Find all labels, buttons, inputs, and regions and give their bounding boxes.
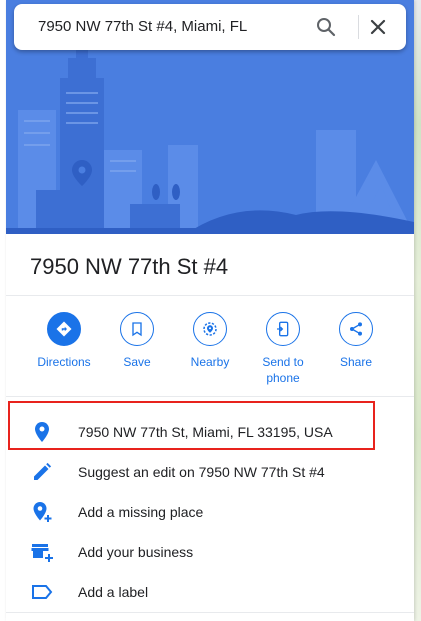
search-divider	[358, 15, 359, 39]
divider	[6, 396, 414, 397]
pencil-icon	[30, 460, 54, 484]
close-icon[interactable]	[366, 15, 390, 39]
send-to-phone-label: Send to phone	[262, 355, 304, 385]
place-panel: 7950 NW 77th St #4, Miami, FL 7950 NW 77…	[6, 0, 414, 621]
add-label-row[interactable]: Add a label	[6, 574, 414, 610]
search-icon[interactable]	[314, 15, 338, 39]
save-label: Save	[123, 355, 151, 369]
label-icon	[30, 580, 54, 604]
suggest-edit-row[interactable]: Suggest an edit on 7950 NW 77th St #4	[6, 454, 414, 490]
send-to-phone-button[interactable]: Send to phone	[245, 312, 321, 386]
add-business-text: Add your business	[78, 544, 194, 560]
directions-icon[interactable]	[47, 312, 81, 346]
location-pin-icon	[30, 420, 54, 444]
add-business-icon	[30, 540, 54, 564]
add-place-icon	[30, 500, 54, 524]
directions-button[interactable]: Directions	[26, 312, 102, 370]
address-text: 7950 NW 77th St, Miami, FL 33195, USA	[78, 424, 333, 440]
directions-label: Directions	[37, 355, 91, 369]
divider	[6, 612, 414, 613]
save-button[interactable]: Save	[99, 312, 175, 370]
share-label: Share	[339, 355, 373, 369]
address-row[interactable]: 7950 NW 77th St, Miami, FL 33195, USA	[6, 414, 414, 450]
bookmark-icon[interactable]	[120, 312, 154, 346]
search-input[interactable]: 7950 NW 77th St #4, Miami, FL	[38, 18, 247, 35]
add-missing-place-row[interactable]: Add a missing place	[6, 494, 414, 530]
suggest-edit-text: Suggest an edit on 7950 NW 77th St #4	[78, 464, 325, 480]
send-to-phone-icon[interactable]	[266, 312, 300, 346]
add-business-row[interactable]: Add your business	[6, 534, 414, 570]
add-label-text: Add a label	[78, 584, 149, 600]
share-button[interactable]: Share	[318, 312, 394, 370]
nearby-icon[interactable]	[193, 312, 227, 346]
search-box[interactable]: 7950 NW 77th St #4, Miami, FL	[14, 4, 406, 50]
place-title: 7950 NW 77th St #4	[30, 254, 229, 279]
map-background[interactable]	[414, 0, 421, 621]
divider	[6, 295, 414, 296]
nearby-label: Nearby	[190, 355, 230, 369]
share-icon[interactable]	[339, 312, 373, 346]
nearby-button[interactable]: Nearby	[172, 312, 248, 370]
add-missing-place-text: Add a missing place	[78, 504, 204, 520]
